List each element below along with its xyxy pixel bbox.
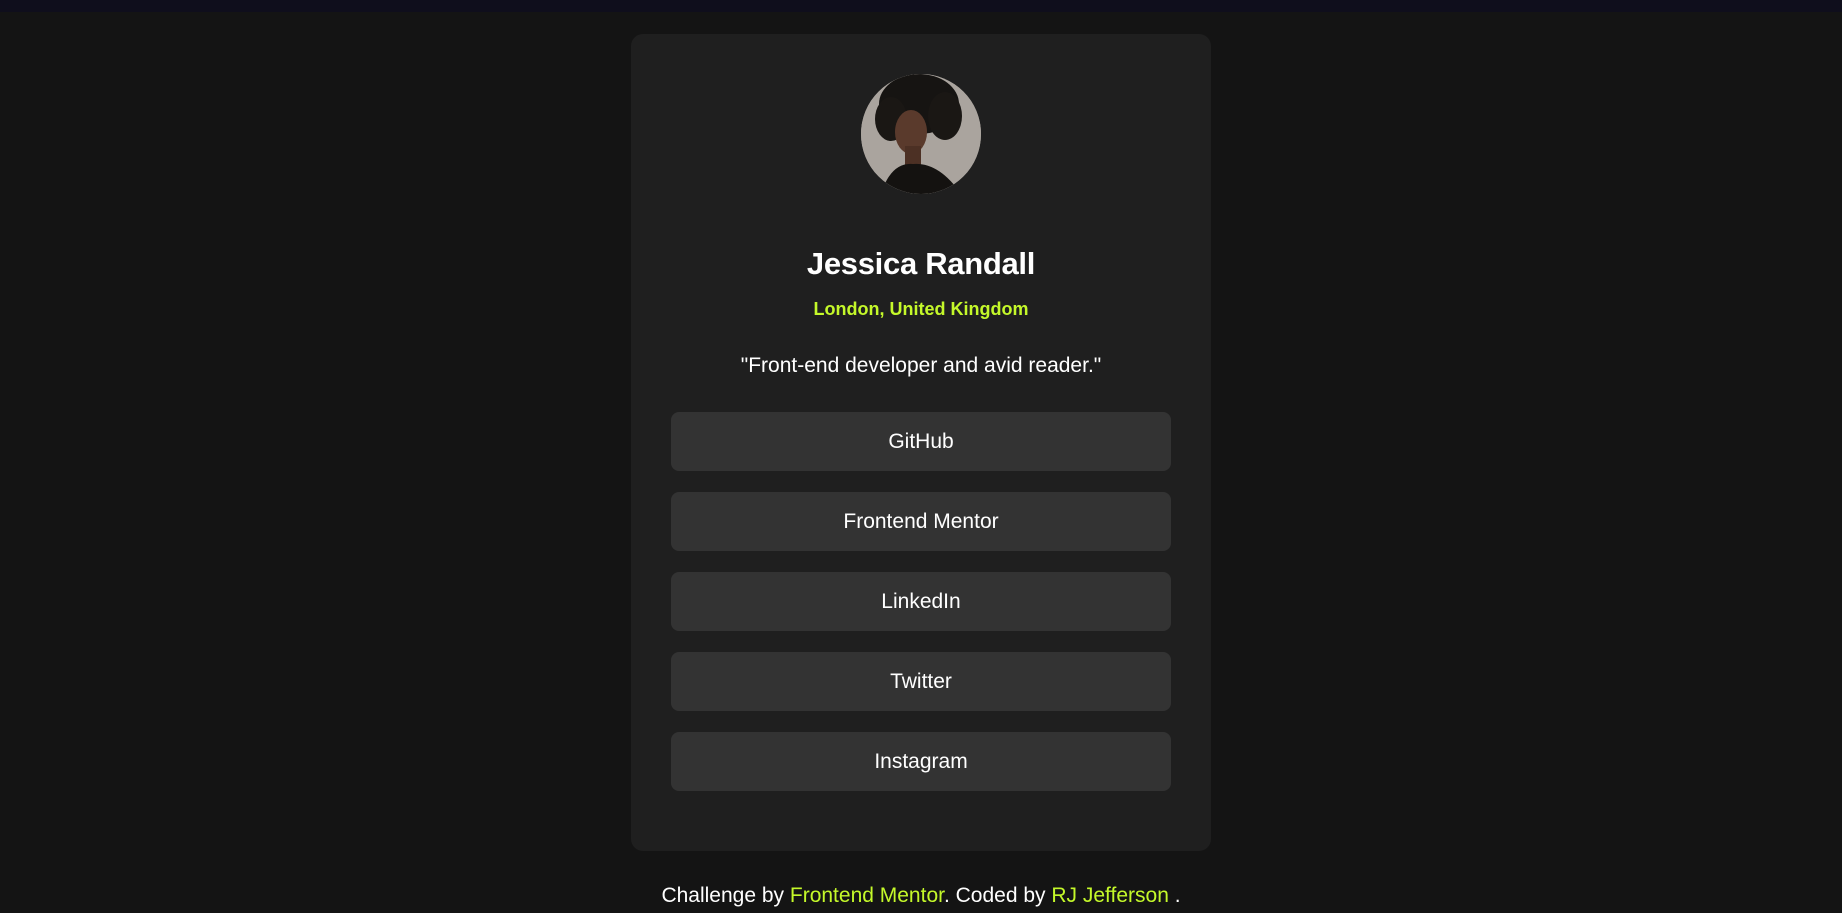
frontend-mentor-link-button[interactable]: Frontend Mentor [671, 492, 1171, 551]
footer-prefix: Challenge by [661, 884, 790, 907]
social-links: GitHub Frontend Mentor LinkedIn Twitter … [671, 412, 1171, 812]
author-attribution-link[interactable]: RJ Jefferson [1051, 884, 1169, 907]
footer-suffix: . [1168, 884, 1181, 907]
top-strip [0, 0, 1842, 12]
profile-bio: "Front-end developer and avid reader." [740, 354, 1102, 377]
linkedin-link-button[interactable]: LinkedIn [671, 572, 1171, 631]
avatar [861, 74, 981, 194]
profile-name: Jessica Randall [806, 246, 1036, 281]
avatar-image [861, 74, 981, 194]
frontend-mentor-attribution-link[interactable]: Frontend Mentor [790, 884, 944, 907]
attribution-footer: Challenge by Frontend Mentor. Coded by R… [0, 884, 1842, 908]
github-link-button[interactable]: GitHub [671, 412, 1171, 471]
profile-card: Jessica Randall London, United Kingdom "… [631, 34, 1211, 851]
footer-middle: . Coded by [943, 884, 1052, 907]
twitter-link-button[interactable]: Twitter [671, 652, 1171, 711]
instagram-link-button[interactable]: Instagram [671, 732, 1171, 791]
profile-location: London, United Kingdom [813, 299, 1029, 319]
